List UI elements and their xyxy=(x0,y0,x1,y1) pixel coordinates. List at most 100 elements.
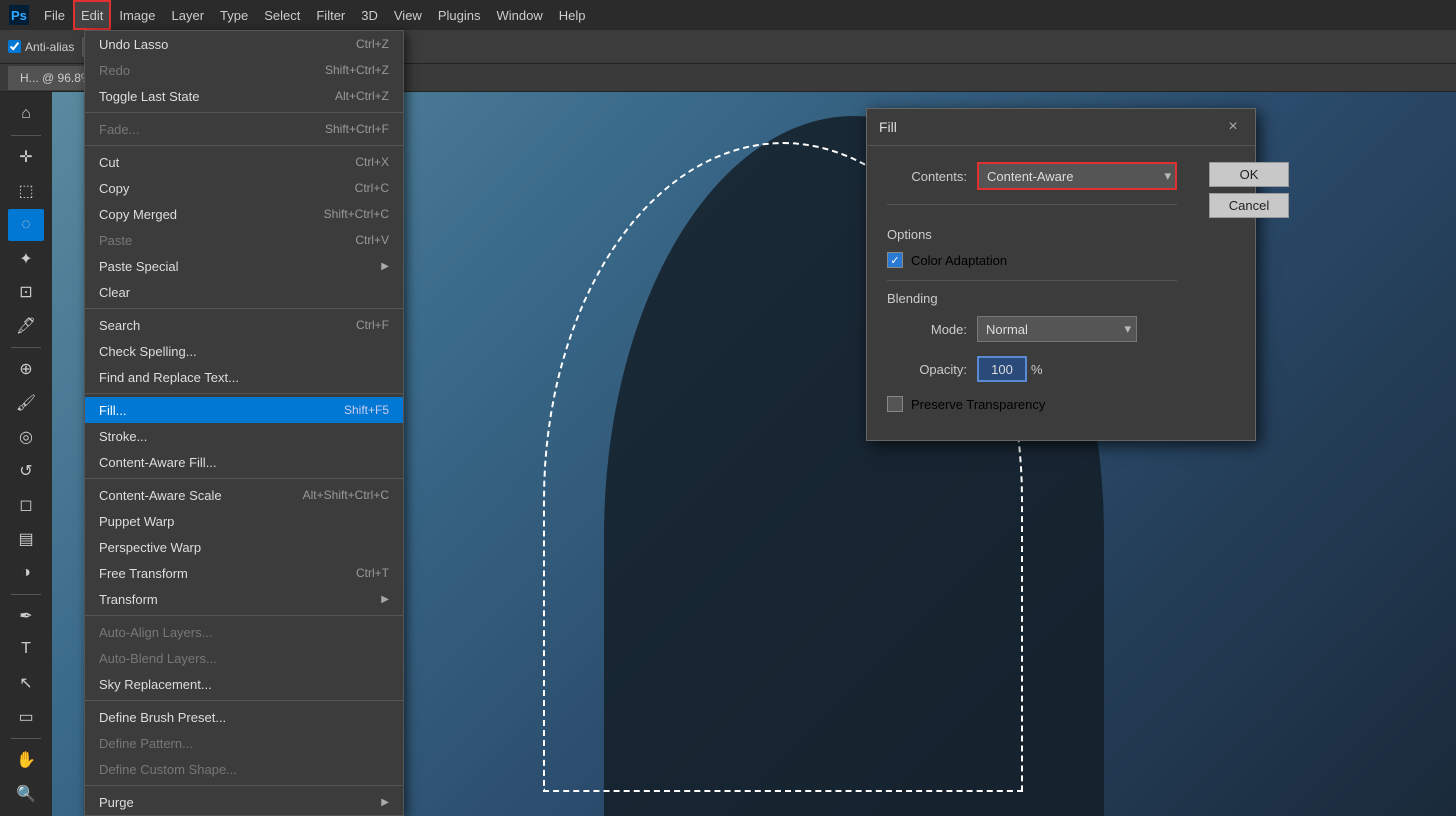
menu-paste[interactable]: Paste Ctrl+V xyxy=(85,227,403,253)
tool-pen[interactable]: ✒ xyxy=(8,600,44,632)
opacity-unit: % xyxy=(1031,362,1043,377)
menu-copy[interactable]: Copy Ctrl+C xyxy=(85,175,403,201)
paste-shortcut: Ctrl+V xyxy=(355,233,389,247)
dialog-title: Fill xyxy=(879,119,897,135)
anti-alias-checkbox[interactable] xyxy=(8,40,21,53)
menu-purge[interactable]: Purge ▶ xyxy=(85,789,403,815)
menu-toggle-last-state[interactable]: Toggle Last State Alt+Ctrl+Z xyxy=(85,83,403,109)
search-shortcut: Ctrl+F xyxy=(356,318,389,332)
menu-image[interactable]: Image xyxy=(111,0,163,30)
redo-label: Redo xyxy=(99,63,130,78)
menu-plugins[interactable]: Plugins xyxy=(430,0,489,30)
menu-edit[interactable]: Edit xyxy=(73,0,111,30)
dialog-form: Contents: Content-Aware Foreground Color… xyxy=(887,162,1177,424)
redo-shortcut: Shift+Ctrl+Z xyxy=(325,63,389,77)
cancel-button[interactable]: Cancel xyxy=(1209,193,1289,218)
menu-stroke[interactable]: Stroke... xyxy=(85,423,403,449)
tool-hand[interactable]: ✋ xyxy=(8,744,44,776)
menu-paste-special[interactable]: Paste Special ▶ xyxy=(85,253,403,279)
tool-history-brush[interactable]: ↺ xyxy=(8,455,44,487)
menu-content-aware-scale[interactable]: Content-Aware Scale Alt+Shift+Ctrl+C xyxy=(85,482,403,508)
menu-filter[interactable]: Filter xyxy=(308,0,353,30)
purge-label: Purge xyxy=(99,795,134,810)
menu-copy-merged[interactable]: Copy Merged Shift+Ctrl+C xyxy=(85,201,403,227)
tool-magic-wand[interactable]: ✦ xyxy=(8,243,44,275)
menu-layer[interactable]: Layer xyxy=(164,0,213,30)
tool-zoom[interactable]: 🔍 xyxy=(8,778,44,810)
transform-label: Transform xyxy=(99,592,158,607)
color-adaptation-checkbox[interactable] xyxy=(887,252,903,268)
menu-auto-blend[interactable]: Auto-Blend Layers... xyxy=(85,645,403,671)
menu-puppet-warp[interactable]: Puppet Warp xyxy=(85,508,403,534)
menu-sky-replacement[interactable]: Sky Replacement... xyxy=(85,671,403,697)
tool-healing[interactable]: ⊕ xyxy=(8,353,44,385)
menu-clear[interactable]: Clear xyxy=(85,279,403,305)
menu-fade[interactable]: Fade... Shift+Ctrl+F xyxy=(85,116,403,142)
tool-path-select[interactable]: ↖ xyxy=(8,667,44,699)
mode-row: Mode: Normal Dissolve Multiply Screen Ov… xyxy=(887,316,1177,342)
content-aware-fill-label: Content-Aware Fill... xyxy=(99,455,217,470)
dialog-buttons: OK Cancel xyxy=(1209,162,1289,424)
menu-select[interactable]: Select xyxy=(256,0,308,30)
copy-label: Copy xyxy=(99,181,129,196)
opacity-label: Opacity: xyxy=(887,362,967,377)
auto-blend-label: Auto-Blend Layers... xyxy=(99,651,217,666)
menu-free-transform[interactable]: Free Transform Ctrl+T xyxy=(85,560,403,586)
tool-type[interactable]: T xyxy=(8,634,44,666)
menu-define-custom-shape[interactable]: Define Custom Shape... xyxy=(85,756,403,782)
dialog-close-button[interactable]: × xyxy=(1223,117,1243,137)
menu-redo[interactable]: Redo Shift+Ctrl+Z xyxy=(85,57,403,83)
anti-alias-option[interactable]: Anti-alias xyxy=(8,40,74,54)
menu-search[interactable]: Search Ctrl+F xyxy=(85,312,403,338)
tool-shape[interactable]: ▭ xyxy=(8,701,44,733)
preserve-transparency-checkbox[interactable] xyxy=(887,396,903,412)
tool-crop[interactable]: ⊡ xyxy=(8,277,44,309)
menu-define-brush-preset[interactable]: Define Brush Preset... xyxy=(85,704,403,730)
opacity-input[interactable] xyxy=(977,356,1027,382)
check-spelling-label: Check Spelling... xyxy=(99,344,197,359)
menu-undo-lasso[interactable]: Undo Lasso Ctrl+Z xyxy=(85,31,403,57)
contents-select[interactable]: Content-Aware Foreground Color Backgroun… xyxy=(977,162,1177,190)
menu-file[interactable]: File xyxy=(36,0,73,30)
undo-lasso-label: Undo Lasso xyxy=(99,37,168,52)
mode-select[interactable]: Normal Dissolve Multiply Screen Overlay xyxy=(977,316,1137,342)
dialog-title-bar: Fill × xyxy=(867,109,1255,146)
dialog-body: Contents: Content-Aware Foreground Color… xyxy=(867,146,1255,440)
tool-lasso[interactable]: ◌ xyxy=(8,209,44,241)
tool-burn[interactable]: ◑ xyxy=(8,557,44,589)
tool-move[interactable]: ✛ xyxy=(8,141,44,173)
menu-help[interactable]: Help xyxy=(551,0,594,30)
perspective-warp-label: Perspective Warp xyxy=(99,540,201,555)
paste-special-arrow: ▶ xyxy=(381,261,389,272)
copy-merged-label: Copy Merged xyxy=(99,207,177,222)
tool-home[interactable]: ⌂ xyxy=(8,98,44,130)
copy-shortcut: Ctrl+C xyxy=(355,181,389,195)
menu-window[interactable]: Window xyxy=(488,0,550,30)
menu-auto-align[interactable]: Auto-Align Layers... xyxy=(85,619,403,645)
menu-perspective-warp[interactable]: Perspective Warp xyxy=(85,534,403,560)
menu-transform[interactable]: Transform ▶ xyxy=(85,586,403,612)
menu-content-aware-fill[interactable]: Content-Aware Fill... xyxy=(85,449,403,475)
menu-fill[interactable]: Fill... Shift+F5 xyxy=(85,397,403,423)
define-pattern-label: Define Pattern... xyxy=(99,736,193,751)
define-custom-shape-label: Define Custom Shape... xyxy=(99,762,237,777)
menu-define-pattern[interactable]: Define Pattern... xyxy=(85,730,403,756)
opacity-row: Opacity: % xyxy=(887,356,1177,382)
menu-3d[interactable]: 3D xyxy=(353,0,386,30)
purge-arrow: ▶ xyxy=(381,797,389,808)
menu-find-replace[interactable]: Find and Replace Text... xyxy=(85,364,403,390)
tool-clone[interactable]: ◎ xyxy=(8,421,44,453)
toggle-last-state-shortcut: Alt+Ctrl+Z xyxy=(335,89,389,103)
ok-button[interactable]: OK xyxy=(1209,162,1289,187)
tool-marquee[interactable]: ⬚ xyxy=(8,175,44,207)
tool-eraser[interactable]: ◻ xyxy=(8,489,44,521)
menu-type[interactable]: Type xyxy=(212,0,256,30)
tool-gradient[interactable]: ▤ xyxy=(8,523,44,555)
menu-cut[interactable]: Cut Ctrl+X xyxy=(85,149,403,175)
menu-check-spelling[interactable]: Check Spelling... xyxy=(85,338,403,364)
menu-view[interactable]: View xyxy=(386,0,430,30)
content-aware-scale-shortcut: Alt+Shift+Ctrl+C xyxy=(303,488,389,502)
tool-brush[interactable]: 🖌 xyxy=(8,387,44,419)
tool-eyedropper[interactable]: 🖋 xyxy=(8,310,44,342)
paste-label: Paste xyxy=(99,233,132,248)
